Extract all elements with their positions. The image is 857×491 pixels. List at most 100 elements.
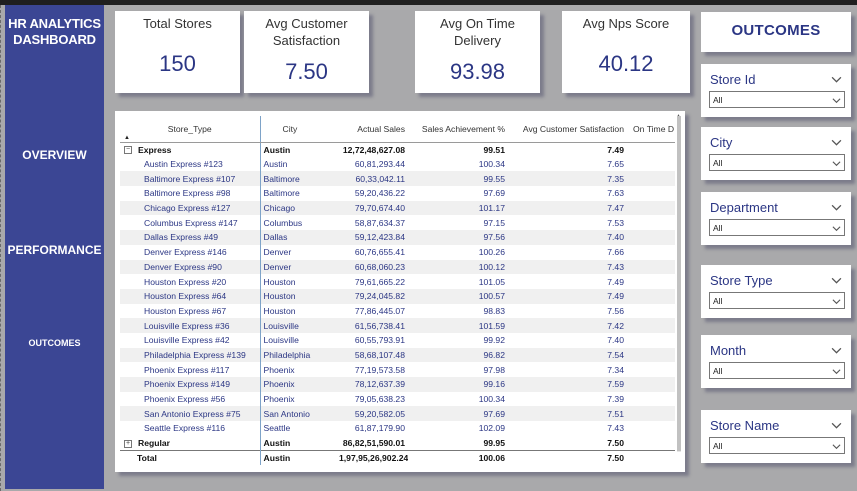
slicer-dropdown[interactable]: All [709,437,845,454]
column-header-actual-sales[interactable]: Actual Sales [336,116,408,143]
cell-on-time-delivery [627,186,675,201]
cell-city: Chicago [259,200,336,216]
table-row[interactable]: Baltimore Express #98 Baltimore 59,20,436.… [120,186,675,201]
kpi-label: Avg Customer Satisfaction [244,15,369,49]
cell-store-name: Houston Express #67 [144,305,227,316]
collapse-icon[interactable]: − [124,146,132,155]
table-row[interactable]: Chicago Express #127 Chicago 79,70,674.40 1… [120,200,675,216]
table-row[interactable]: Philadelphia Express #139 Philadelphia 58,… [120,347,675,363]
table-row[interactable]: Dallas Express #49 Dallas 59,12,423.84 97.5… [120,230,675,245]
cell-on-time-delivery [627,377,675,392]
table-row[interactable]: Louisville Express #36 Louisville 61,56,73… [120,318,675,333]
cell-on-time-delivery [627,318,675,333]
outcomes-title-card: OUTCOMES [701,12,851,52]
slicer-value: All [713,158,723,168]
chevron-down-icon[interactable] [831,273,842,284]
cell-avg-customer-satisfaction: 7.40 [607,335,624,346]
sidebar: HR ANALYTICS DASHBOARD OVERVIEW PERFORMA… [5,5,104,489]
slicer-dropdown[interactable]: All [709,362,845,379]
cell-on-time-delivery [627,304,675,319]
nav-performance-button[interactable]: PERFORMANCE [5,243,104,257]
kpi-label-line2: Satisfaction [272,33,341,48]
scrollbar-thumb[interactable] [677,116,681,451]
cell-sales-achievement: 97.69 [408,406,508,422]
nav-outcomes-button[interactable]: OUTCOMES [5,338,104,348]
total-on-time-delivery [627,449,675,466]
group-row-express[interactable]: − Express Austin 12,72,48,627.08 99.51 7.… [120,142,675,157]
chevron-down-icon[interactable] [831,72,842,83]
column-header-city[interactable]: City [259,116,336,143]
cell-city: Phoenix [259,391,336,407]
column-header-sales-achievement[interactable]: Sales Achievement % [408,116,508,143]
total-row: Total Austin 1,97,95,26,902.24 100.06 7.… [120,449,675,466]
cell-sales-achievement: 100.12 [408,259,508,275]
cell-store-name: Houston Express #20 [144,276,227,287]
slicer-value: All [713,95,723,105]
column-header-avg-customer-satisfaction[interactable]: Avg Customer Satisfaction [508,116,627,143]
table-row[interactable]: Seattle Express #116 Seattle 61,87,179.90 1… [120,421,675,436]
slicer-title: City [710,135,733,150]
chevron-down-icon[interactable] [831,343,842,354]
table-row[interactable]: Phoenix Express #149 Phoenix 78,12,637.39 9… [120,377,675,392]
table-row[interactable]: Columbus Express #147 Columbus 58,87,634.3… [120,215,675,231]
cell-actual-sales: 77,19,573.58 [354,364,405,375]
cell-city: Louisville [259,332,336,348]
table-row[interactable]: Phoenix Express #117 Phoenix 77,19,573.58 9… [120,362,675,377]
top-bar [0,0,857,5]
cell-city: Denver [259,244,336,260]
table-row[interactable]: Louisville Express #42 Louisville 60,55,79… [120,332,675,348]
table-row[interactable]: Baltimore Express #107 Baltimore 60,33,042… [120,171,675,187]
table-row[interactable]: Houston Express #67 Houston 77,86,445.07 98… [120,303,675,319]
cell-avg-customer-satisfaction: 7.56 [607,305,624,316]
group-row-regular[interactable]: + Regular Austin 86,82,51,590.01 99.95 7.… [120,435,675,451]
cell-store-name: Denver Express #146 [144,247,227,258]
cell-on-time-delivery [627,392,675,407]
cell-city: Houston [259,288,336,304]
cell-city: Baltimore [259,186,336,201]
kpi-label: Total Stores [143,16,212,31]
cell-sales-achievement: 101.59 [408,318,508,333]
table-row[interactable]: Austin Express #123 Austin 60,81,293.44 100… [120,156,675,172]
slicer-dropdown[interactable]: All [709,154,845,171]
cell-sales-achievement: 100.34 [478,159,505,170]
kpi-card-avg-customer-satisfaction: Avg Customer Satisfaction 7.50 [244,11,369,93]
table-row[interactable]: Houston Express #20 Houston 79,61,665.22 10… [120,274,675,289]
vertical-scrollbar[interactable] [677,116,681,452]
column-header-on-time-delivery[interactable]: On Time D [627,116,675,143]
nav-overview-button[interactable]: OVERVIEW [5,148,104,162]
cell-store-name: Philadelphia Express #139 [120,347,260,363]
cell-avg-customer-satisfaction: 7.42 [508,318,627,333]
cell-city: Baltimore [259,171,336,187]
slicer-dropdown[interactable]: All [709,292,845,309]
cell-sales-achievement: 99.16 [408,377,508,392]
column-header-store-type[interactable]: Store_Type ▲ [120,116,260,143]
cell-actual-sales: 61,56,738.41 [336,318,408,333]
table-row[interactable]: San Antonio Express #75 San Antonio 59,20,… [120,406,675,422]
group-cell-store-type: − Express [120,142,260,157]
cell-sales-achievement: 99.55 [408,171,508,187]
slicer-value: All [713,441,723,451]
cell-store-name: Austin Express #123 [144,159,223,170]
cell-on-time-delivery [627,171,675,187]
table-row[interactable]: Houston Express #64 Houston 79,24,045.82 10… [120,288,675,304]
slicer-title: Month [710,343,747,358]
table-row[interactable]: Phoenix Express #56 Phoenix 79,05,638.23 10… [120,391,675,407]
group-cell-sales-achievement: 99.95 [483,437,505,448]
kpi-card-avg-nps-score: Avg Nps Score 40.12 [562,11,690,93]
expand-icon[interactable]: + [124,439,132,448]
slicer-value: All [713,223,723,233]
store-matrix[interactable]: Store_Type ▲ City Actual Sales Sales Ach… [120,116,675,466]
slicer-dropdown[interactable]: All [709,91,845,108]
cell-on-time-delivery [627,259,675,275]
chevron-down-icon[interactable] [831,200,842,211]
table-row[interactable]: Denver Express #90 Denver 60,68,060.23 100.… [120,259,675,275]
slicer-dropdown[interactable]: All [709,219,845,236]
chevron-down-icon[interactable] [831,135,842,146]
table-row[interactable]: Denver Express #146 Denver 60,76,655.41 100… [120,244,675,260]
group-cell-city: Austin [259,142,336,157]
slicer-store-name: Store Name All [701,410,851,463]
chevron-down-icon[interactable] [831,418,842,429]
cell-store-name: Seattle Express #116 [144,423,226,434]
cell-on-time-delivery [627,421,675,436]
slicer-title: Store Type [710,273,773,288]
